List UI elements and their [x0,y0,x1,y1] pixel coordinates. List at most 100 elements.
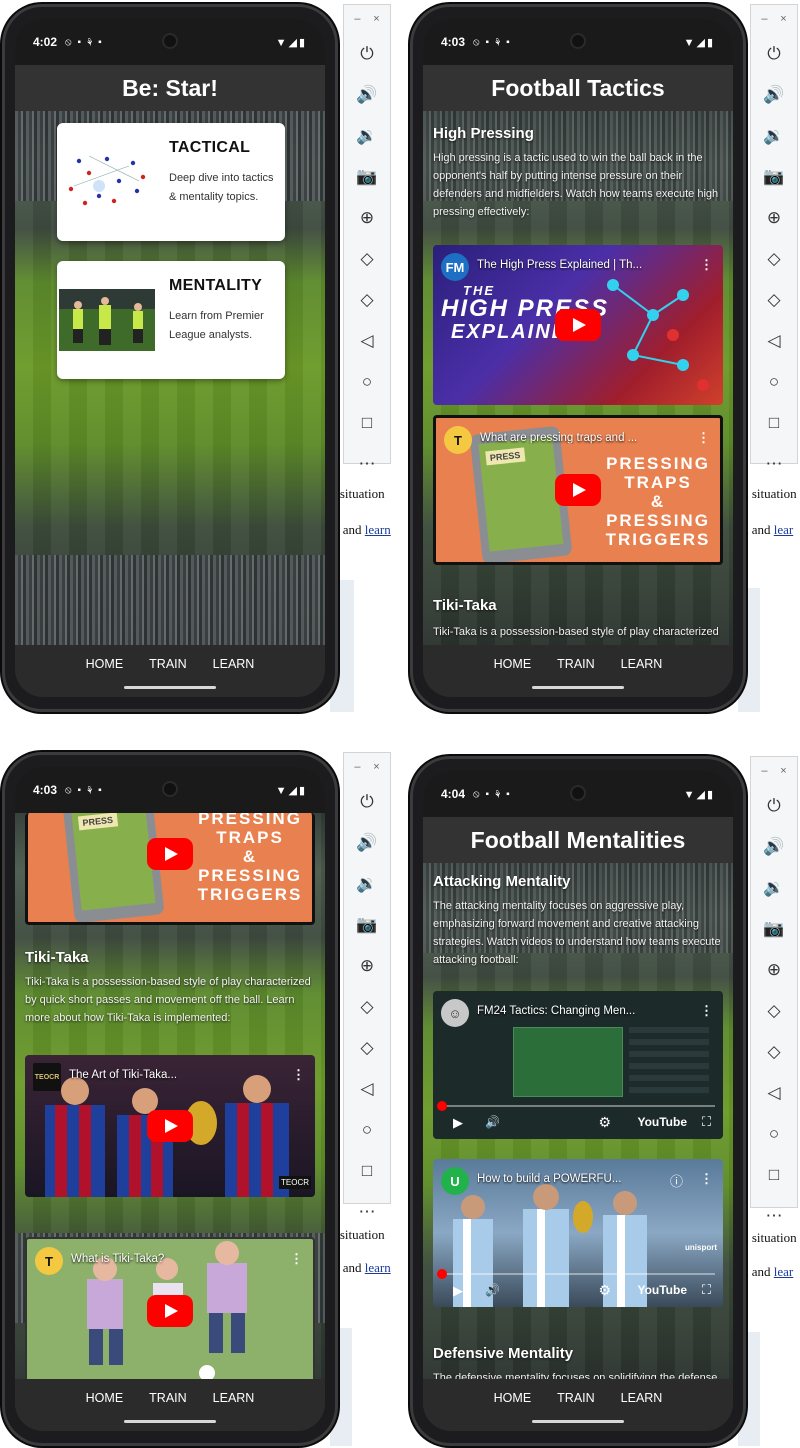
nav-learn[interactable]: LEARN [213,1391,255,1431]
play-button[interactable] [147,1110,193,1142]
play-button[interactable] [555,309,601,341]
volume-down-icon[interactable]: 🔉 [344,115,390,156]
nav-learn[interactable]: LEARN [621,1391,663,1431]
volume-down-icon[interactable]: 🔉 [751,115,797,156]
overview-icon[interactable]: □ [344,1150,390,1191]
info-icon[interactable]: ⓘ [670,1171,683,1190]
play-button[interactable] [147,1295,193,1327]
play-button[interactable] [555,474,601,506]
camera-icon[interactable]: 📷 [751,908,797,949]
minimize-button[interactable]: – [354,761,360,773]
camera-icon[interactable]: 📷 [344,904,390,945]
more-icon[interactable]: ⋮ [700,257,713,273]
volume-up-icon[interactable]: 🔊 [751,74,797,115]
volume-up-icon[interactable]: 🔊 [751,826,797,867]
doc-link[interactable]: lear [774,1264,793,1279]
gesture-handle[interactable] [532,1420,624,1423]
youtube-logo[interactable]: YouTube [637,1115,687,1129]
more-icon[interactable]: ⋯ [751,1195,797,1236]
gesture-handle[interactable] [532,686,624,689]
video-embed[interactable]: TEOCR The Art of Tiki-Taka... ⋮ TEOCR [25,1055,315,1197]
zoom-icon[interactable]: ⊕ [751,949,797,990]
video-embed[interactable]: FM The High Press Explained | Th... ⋮ TH… [433,245,723,405]
power-icon[interactable]: ⏻ [344,781,390,822]
volume-icon[interactable]: 🔊 [485,1283,500,1297]
nav-home[interactable]: HOME [494,1391,532,1431]
more-icon[interactable]: ⋯ [751,443,797,484]
gesture-handle[interactable] [124,1420,216,1423]
video-embed[interactable]: PRESS PRESSING TRAPS & PRESSING TRIGGERS [25,813,315,925]
close-button[interactable]: × [780,13,786,25]
progress-bar[interactable] [441,1105,715,1107]
video-embed[interactable]: U How to build a POWERFU... ⓘ ⋮ unisport… [433,1159,723,1307]
fullscreen-icon[interactable]: ⛶ [702,1114,711,1130]
more-icon[interactable]: ⋮ [700,1003,713,1019]
close-button[interactable]: × [780,765,786,777]
settings-icon[interactable]: ⚙ [598,1114,611,1131]
nav-home[interactable]: HOME [494,657,532,697]
nav-home[interactable]: HOME [86,1391,124,1431]
volume-up-icon[interactable]: 🔊 [344,74,390,115]
overview-icon[interactable]: □ [344,402,390,443]
home-icon[interactable]: ○ [344,1109,390,1150]
minimize-button[interactable]: – [354,13,360,25]
camera-icon[interactable]: 📷 [344,156,390,197]
nav-learn[interactable]: LEARN [621,657,663,697]
volume-down-icon[interactable]: 🔉 [751,867,797,908]
overview-icon[interactable]: □ [751,1154,797,1195]
rotate-left-icon[interactable]: ◇ [751,990,797,1031]
volume-down-icon[interactable]: 🔉 [344,863,390,904]
progress-scrubber[interactable] [437,1101,447,1111]
more-icon[interactable]: ⋮ [697,430,710,446]
minimize-button[interactable]: – [761,765,767,777]
rotate-left-icon[interactable]: ◇ [751,238,797,279]
power-icon[interactable]: ⏻ [344,33,390,74]
zoom-icon[interactable]: ⊕ [344,197,390,238]
doc-link[interactable]: learn [365,522,391,537]
close-button[interactable]: × [373,13,379,25]
tactical-card[interactable]: TACTICAL Deep dive into tactics & mental… [57,123,285,241]
more-icon[interactable]: ⋮ [700,1171,713,1187]
zoom-icon[interactable]: ⊕ [751,197,797,238]
close-button[interactable]: × [373,761,379,773]
volume-up-icon[interactable]: 🔊 [344,822,390,863]
home-icon[interactable]: ○ [751,361,797,402]
progress-bar[interactable] [441,1273,715,1275]
back-icon[interactable]: ◁ [344,1068,390,1109]
progress-scrubber[interactable] [437,1269,447,1279]
back-icon[interactable]: ◁ [751,320,797,361]
rotate-left-icon[interactable]: ◇ [344,986,390,1027]
gesture-handle[interactable] [124,686,216,689]
overview-icon[interactable]: □ [751,402,797,443]
nav-learn[interactable]: LEARN [213,657,255,697]
rotate-right-icon[interactable]: ◇ [751,279,797,320]
zoom-icon[interactable]: ⊕ [344,945,390,986]
minimize-button[interactable]: – [761,13,767,25]
rotate-right-icon[interactable]: ◇ [344,279,390,320]
doc-link[interactable]: learn [365,1260,391,1275]
camera-icon[interactable]: 📷 [751,156,797,197]
nav-home[interactable]: HOME [86,657,124,697]
power-icon[interactable]: ⏻ [751,33,797,74]
more-icon[interactable]: ⋯ [344,1191,390,1232]
power-icon[interactable]: ⏻ [751,785,797,826]
doc-link[interactable]: lear [774,522,793,537]
nav-train[interactable]: TRAIN [557,657,595,697]
back-icon[interactable]: ◁ [751,1072,797,1113]
play-icon[interactable]: ▶ [453,1283,463,1299]
settings-icon[interactable]: ⚙ [598,1282,611,1299]
nav-train[interactable]: TRAIN [557,1391,595,1431]
video-embed[interactable]: ☺ FM24 Tactics: Changing Men... ⋮ ▶ 🔊 ⚙ … [433,991,723,1139]
play-icon[interactable]: ▶ [453,1115,463,1131]
nav-train[interactable]: TRAIN [149,1391,187,1431]
play-button[interactable] [147,838,193,871]
fullscreen-icon[interactable]: ⛶ [702,1282,711,1298]
mentality-card[interactable]: MENTALITY Learn from Premier League anal… [57,261,285,379]
back-icon[interactable]: ◁ [344,320,390,361]
youtube-logo[interactable]: YouTube [637,1283,687,1297]
more-icon[interactable]: ⋮ [290,1251,303,1267]
more-icon[interactable]: ⋯ [344,443,390,484]
volume-icon[interactable]: 🔊 [485,1115,500,1129]
home-icon[interactable]: ○ [751,1113,797,1154]
rotate-right-icon[interactable]: ◇ [344,1027,390,1068]
